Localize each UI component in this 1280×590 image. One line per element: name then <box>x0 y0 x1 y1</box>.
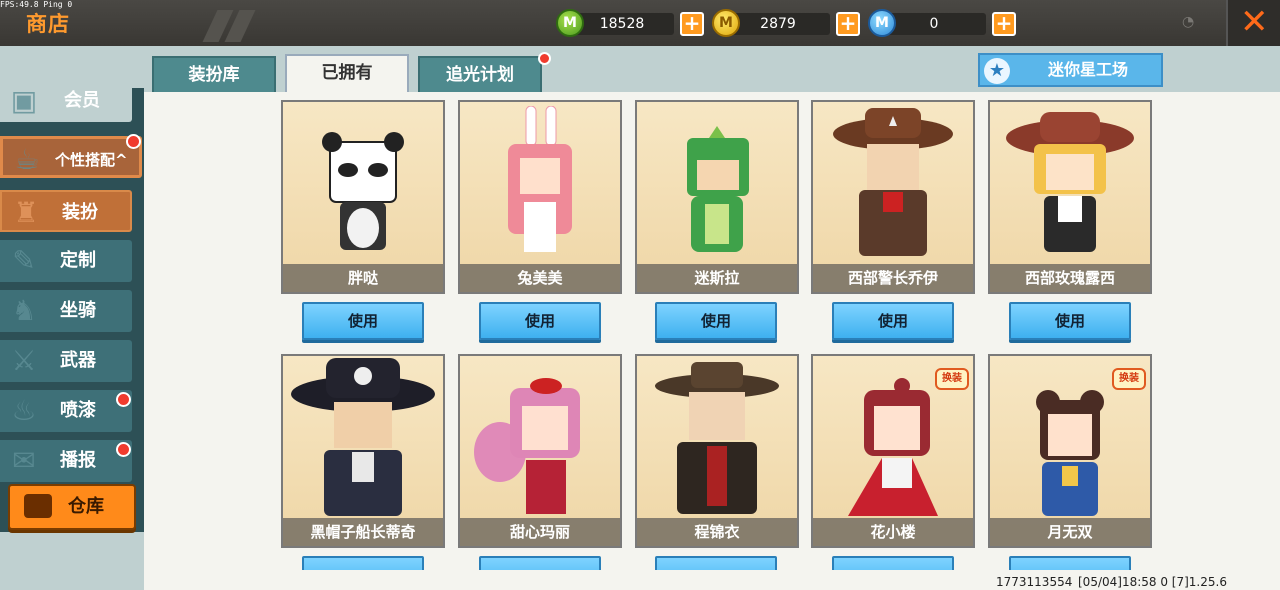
use-button[interactable]: 使用 <box>832 302 954 340</box>
page-title: 商店 <box>26 12 70 36</box>
use-button[interactable] <box>302 556 424 570</box>
close-icon: ✕ <box>1240 2 1269 42</box>
notification-dot <box>538 52 551 65</box>
close-button[interactable]: ✕ <box>1226 0 1280 46</box>
outfit-name: 西部警长乔伊 <box>813 264 973 292</box>
sidebar-item-style[interactable]: ☕ 个性搭配^ <box>0 136 142 178</box>
outfit-card[interactable]: 黑帽子船长蒂奇 <box>281 354 445 548</box>
sheriff-character-image <box>833 108 953 256</box>
bunny-character-image <box>508 106 572 252</box>
notification-dot <box>116 392 131 407</box>
currency-amount: 18528 <box>599 16 645 32</box>
sidebar-item-weapon[interactable]: ⚔ 武器 <box>0 340 132 382</box>
outfit-card[interactable]: 西部警长乔伊 <box>811 100 975 294</box>
mini-workshop-button[interactable]: ★ 迷你星工场 <box>978 53 1163 87</box>
outfit-name: 程锦衣 <box>637 518 797 546</box>
outfit-name: 胖哒 <box>283 264 443 292</box>
notification-dot <box>126 134 141 149</box>
version-info: [05/04]18:58 0 [7]1.25.6 <box>1078 575 1227 589</box>
sidebar-item-outfit[interactable]: ♜ 装扮 <box>0 190 132 232</box>
warehouse-button[interactable]: 仓库 <box>8 484 136 530</box>
moon-girl-character-image <box>1036 390 1104 516</box>
currency-amount: 2879 <box>760 16 796 32</box>
outfit-swap-badge: 换装 <box>1112 368 1146 390</box>
flower-girl-character-image <box>848 378 938 516</box>
outfit-card[interactable]: 程锦衣 <box>635 354 799 548</box>
use-button[interactable]: 使用 <box>1009 302 1131 340</box>
sidebar-item-member[interactable]: ▣ 会员 <box>0 80 132 122</box>
outfit-name: 迷斯拉 <box>637 264 797 292</box>
star-icon: ★ <box>984 58 1010 84</box>
broadcast-icon: ✉ <box>12 444 36 477</box>
outfit-name: 黑帽子船长蒂奇 <box>283 518 443 546</box>
outfit-card[interactable]: 胖哒 <box>281 100 445 294</box>
use-button[interactable] <box>1009 556 1131 570</box>
panda-character-image <box>322 132 404 250</box>
sidebar-item-label: 定制 <box>60 250 96 271</box>
outfit-name: 月无双 <box>990 518 1150 546</box>
sidebar-item-label: 个性搭配^ <box>55 151 128 169</box>
outfit-card[interactable]: 甜心玛丽 <box>458 354 622 548</box>
mount-icon: ♞ <box>11 294 37 327</box>
chest-icon <box>24 494 52 518</box>
style-icon: ☕ <box>14 143 40 176</box>
tab-owned[interactable]: 已拥有 <box>285 54 409 92</box>
blue-star-coin-icon: M <box>868 9 896 37</box>
sidebar-item-label: 坐骑 <box>60 300 96 321</box>
use-button[interactable]: 使用 <box>655 302 777 340</box>
add-green-currency-button[interactable]: + <box>680 12 704 36</box>
add-gold-currency-button[interactable]: + <box>836 12 860 36</box>
outfit-card[interactable]: 西部玫瑰露西 <box>988 100 1152 294</box>
weapon-icon: ⚔ <box>11 344 37 377</box>
sidebar-item-spray[interactable]: ♨ 喷漆 <box>0 390 132 432</box>
spray-icon: ♨ <box>11 394 37 427</box>
custom-icon: ✎ <box>12 244 36 277</box>
signal-icon: ◔ <box>1182 14 1195 30</box>
use-button[interactable]: 使用 <box>479 302 601 340</box>
dinosaur-character-image <box>687 126 749 252</box>
outfit-icon: ♜ <box>13 196 39 229</box>
outfit-name: 兔美美 <box>460 264 620 292</box>
outfit-card[interactable]: 兔美美 <box>458 100 622 294</box>
use-button[interactable]: 使用 <box>302 302 424 340</box>
notification-dot <box>116 442 131 457</box>
warehouse-label: 仓库 <box>68 496 104 517</box>
user-id: 1773113554 <box>996 575 1073 589</box>
sidebar-item-mount[interactable]: ♞ 坐骑 <box>0 290 132 332</box>
currency-amount: 0 <box>929 16 939 32</box>
outfit-name: 花小楼 <box>813 518 973 546</box>
outfit-name: 西部玫瑰露西 <box>990 264 1150 292</box>
workshop-label: 迷你星工场 <box>1048 60 1129 79</box>
use-button[interactable] <box>655 556 777 570</box>
sidebar-item-label: 装扮 <box>62 202 98 223</box>
gold-coin-icon: M <box>712 9 740 37</box>
top-bar: FPS:49.8 Ping 0 商店 18528 M + 2879 M + 0 … <box>0 0 1280 46</box>
use-button[interactable] <box>479 556 601 570</box>
outfit-card[interactable]: 迷斯拉 <box>635 100 799 294</box>
sidebar-item-label: 播报 <box>60 450 96 471</box>
sidebar-item-label: 会员 <box>64 90 100 111</box>
outfit-card[interactable]: 换装 月无双 <box>988 354 1152 548</box>
swordsman-character-image <box>655 362 779 514</box>
member-icon: ▣ <box>10 84 38 117</box>
outfit-swap-badge: 换装 <box>935 368 969 390</box>
tab-outfit-library[interactable]: 装扮库 <box>152 56 276 92</box>
tab-light-chase-plan[interactable]: 追光计划 <box>418 56 542 92</box>
pirate-captain-character-image <box>291 358 435 516</box>
cowgirl-character-image <box>1006 112 1134 252</box>
green-gem-icon: M <box>556 9 584 37</box>
sidebar-item-broadcast[interactable]: ✉ 播报 <box>0 440 132 482</box>
outfit-card[interactable]: 换装 花小楼 <box>811 354 975 548</box>
use-button[interactable] <box>832 556 954 570</box>
add-blue-currency-button[interactable]: + <box>992 12 1016 36</box>
sweetheart-character-image <box>474 378 580 514</box>
row2-button-strip <box>0 556 1280 570</box>
outfit-name: 甜心玛丽 <box>460 518 620 546</box>
sidebar-item-custom[interactable]: ✎ 定制 <box>0 240 132 282</box>
sidebar-item-label: 喷漆 <box>60 400 96 421</box>
sidebar-item-label: 武器 <box>60 350 96 371</box>
